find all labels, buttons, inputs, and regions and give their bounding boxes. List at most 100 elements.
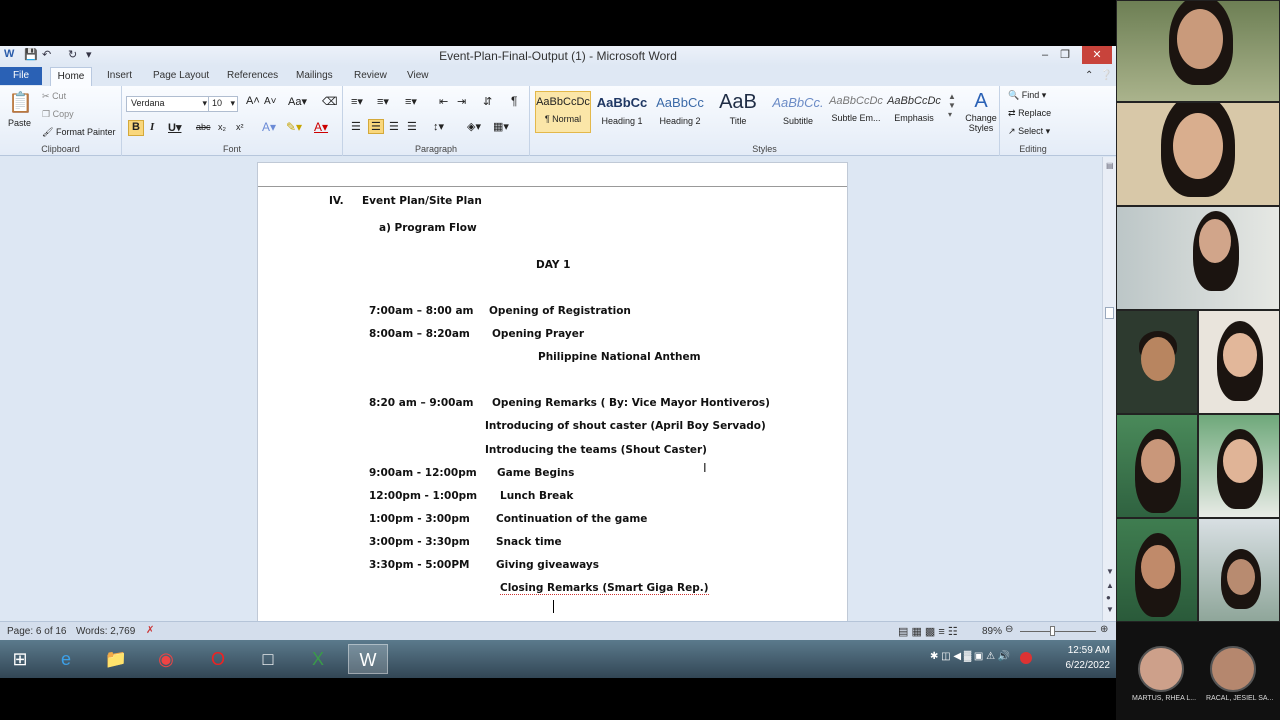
next-page-icon[interactable]: ▼: [1106, 605, 1114, 614]
internet-explorer-icon[interactable]: e: [46, 644, 86, 674]
video-tile[interactable]: [1116, 206, 1280, 310]
bold-button[interactable]: B: [128, 120, 144, 136]
paste-icon[interactable]: 📋: [8, 90, 33, 115]
shading-icon[interactable]: ◈▾: [467, 120, 481, 133]
numbering-icon[interactable]: ≡▾: [377, 95, 389, 108]
find-button[interactable]: 🔍 Find ▾: [1008, 90, 1046, 101]
zoom-slider-thumb[interactable]: [1050, 626, 1055, 636]
highlight-icon[interactable]: ✎▾: [286, 120, 302, 134]
scroll-thumb[interactable]: [1105, 307, 1114, 319]
style-heading-1[interactable]: AaBbCc Heading 1: [594, 91, 650, 133]
help-icon[interactable]: ❔: [1100, 70, 1112, 81]
increase-indent-icon[interactable]: ⇥: [457, 95, 466, 108]
file-explorer-icon[interactable]: 📁: [96, 644, 136, 674]
superscript-button[interactable]: x²: [236, 122, 244, 132]
excel-icon[interactable]: X: [298, 644, 338, 674]
zoom-level[interactable]: 89%: [982, 626, 1002, 637]
video-tile[interactable]: [1116, 102, 1280, 206]
underline-button[interactable]: U▾: [168, 121, 181, 134]
replace-button[interactable]: ⇄ Replace: [1008, 108, 1051, 119]
video-tile[interactable]: [1116, 518, 1198, 622]
borders-icon[interactable]: ▦▾: [493, 120, 509, 133]
participant-avatar[interactable]: [1210, 646, 1256, 692]
opera-icon[interactable]: O: [198, 644, 238, 674]
decrease-indent-icon[interactable]: ⇤: [439, 95, 448, 108]
word-taskbar-icon[interactable]: W: [348, 644, 388, 674]
justify-icon[interactable]: ☰: [407, 120, 417, 133]
align-center-icon[interactable]: ☰: [368, 119, 384, 134]
tab-page-layout[interactable]: Page Layout: [153, 70, 209, 81]
cut-button[interactable]: ✂ Cut: [42, 91, 66, 102]
format-painter-button[interactable]: 🖌 Format Painter: [42, 127, 115, 138]
clear-formatting-icon[interactable]: ⌫: [322, 95, 338, 108]
clock-date[interactable]: 6/22/2022: [1066, 660, 1111, 671]
tab-view[interactable]: View: [407, 70, 429, 81]
start-icon[interactable]: ⊞: [0, 644, 40, 674]
word-count[interactable]: Words: 2,769: [76, 626, 135, 637]
change-case-icon[interactable]: Aa▾: [288, 95, 307, 108]
zoom-slider[interactable]: [1020, 631, 1096, 632]
blank-document-icon[interactable]: □: [248, 644, 288, 674]
restore-icon[interactable]: ❐: [1052, 46, 1078, 64]
participant-avatar[interactable]: [1138, 646, 1184, 692]
notification-icon[interactable]: [1020, 652, 1032, 664]
brush-icon: 🖌: [42, 127, 54, 137]
zoom-in-icon[interactable]: ⊕: [1100, 624, 1108, 635]
video-tile[interactable]: [1116, 414, 1198, 518]
bullets-icon[interactable]: ≡▾: [351, 95, 363, 108]
page-indicator[interactable]: Page: 6 of 16: [7, 626, 67, 637]
subscript-button[interactable]: x₂: [218, 122, 226, 132]
chrome-icon[interactable]: ◉: [146, 644, 186, 674]
change-styles-button[interactable]: A Change Styles: [962, 90, 1000, 133]
style-heading-2[interactable]: AaBbCc Heading 2: [652, 91, 708, 133]
show-formatting-icon[interactable]: ¶: [511, 94, 517, 108]
copy-button[interactable]: ❐ Copy: [42, 109, 74, 120]
scroll-down-icon[interactable]: ▼: [1106, 567, 1114, 576]
tab-mailings[interactable]: Mailings: [296, 70, 333, 81]
video-tile[interactable]: [1198, 518, 1280, 622]
zoom-out-icon[interactable]: ⊖: [1005, 624, 1013, 635]
styles-scroll-icon[interactable]: ▲ ▼ ▾: [948, 92, 956, 119]
align-left-icon[interactable]: ☰: [351, 120, 361, 133]
line-spacing-icon[interactable]: ↕▾: [433, 120, 444, 133]
style-title[interactable]: AaB Title: [710, 91, 766, 133]
tray-icons[interactable]: ✱ ◫ ◀ ▓ ▣ ⚠ 🔊: [930, 651, 1010, 662]
style-normal[interactable]: AaBbCcDc ¶ Normal: [535, 91, 591, 133]
video-tile[interactable]: [1116, 310, 1198, 414]
ruler-toggle-icon[interactable]: ▤: [1106, 161, 1114, 170]
clock-time[interactable]: 12:59 AM: [1068, 645, 1110, 656]
previous-page-icon[interactable]: ▲: [1106, 581, 1114, 590]
select-button[interactable]: ↗ Select ▾: [1008, 126, 1050, 137]
tab-references[interactable]: References: [227, 70, 278, 81]
sort-icon[interactable]: ⇵: [483, 95, 492, 108]
video-tile[interactable]: [1116, 0, 1280, 102]
paste-button[interactable]: Paste: [8, 118, 31, 128]
video-tile[interactable]: [1198, 414, 1280, 518]
browse-object-icon[interactable]: ●: [1106, 593, 1111, 602]
multilevel-list-icon[interactable]: ≡▾: [405, 95, 417, 108]
minimize-ribbon-icon[interactable]: ⌃: [1085, 70, 1093, 81]
video-tile[interactable]: [1198, 310, 1280, 414]
style-subtitle[interactable]: AaBbCc. Subtitle: [770, 91, 826, 133]
text-effects-icon[interactable]: A▾: [262, 120, 276, 134]
tab-file[interactable]: File: [0, 67, 42, 85]
shrink-font-icon[interactable]: A˅: [264, 96, 277, 107]
italic-button[interactable]: I: [150, 121, 154, 133]
view-buttons-icon[interactable]: ▤ ▦ ▩ ≡ ☷: [898, 625, 958, 638]
strikethrough-button[interactable]: abc: [196, 122, 211, 132]
document-area[interactable]: IV. Event Plan/Site Plan a) Program Flow…: [0, 157, 1116, 622]
vertical-scrollbar[interactable]: ▤ ▼ ▲ ● ▼: [1102, 157, 1116, 621]
tab-insert[interactable]: Insert: [107, 70, 132, 81]
tab-review[interactable]: Review: [354, 70, 387, 81]
grow-font-icon[interactable]: A˄: [246, 95, 260, 107]
proofing-icon[interactable]: ✗: [146, 625, 154, 636]
close-icon[interactable]: ✕: [1082, 46, 1112, 64]
font-name-select[interactable]: Verdana ▾: [126, 96, 210, 112]
font-size-select[interactable]: 10 ▾: [208, 96, 238, 112]
align-right-icon[interactable]: ☰: [389, 120, 399, 133]
style-subtle-emphasis[interactable]: AaBbCcDc Subtle Em...: [828, 91, 884, 133]
font-color-icon[interactable]: A▾: [314, 120, 328, 134]
tab-home[interactable]: Home: [50, 67, 92, 87]
style-emphasis[interactable]: AaBbCcDc Emphasis: [886, 91, 942, 133]
document-page[interactable]: IV. Event Plan/Site Plan a) Program Flow…: [257, 162, 848, 622]
